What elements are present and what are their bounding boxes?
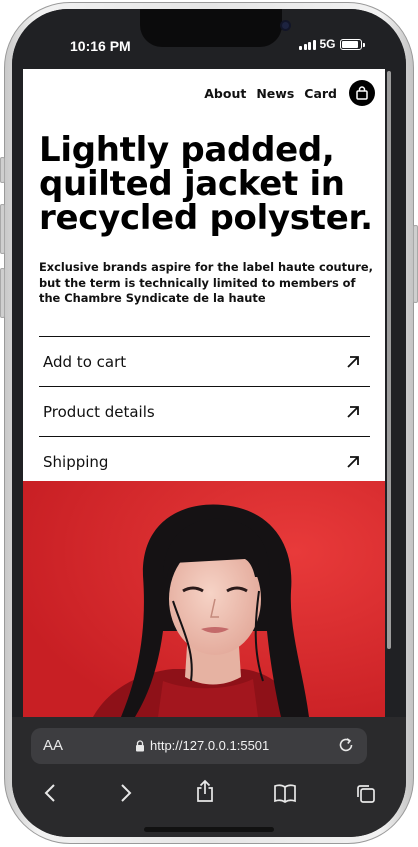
status-indicators: 5G bbox=[299, 37, 365, 51]
battery-level bbox=[341, 40, 358, 48]
accordion-shipping[interactable]: Shipping bbox=[39, 436, 370, 486]
phone-screen: 10:16 PM 5G About News Card Lightly padd… bbox=[12, 9, 406, 837]
volume-up-button bbox=[0, 204, 5, 254]
accordion-label: Shipping bbox=[43, 452, 109, 471]
tabs-icon[interactable] bbox=[355, 783, 377, 805]
status-bar: 10:16 PM 5G bbox=[12, 9, 406, 69]
back-icon[interactable] bbox=[43, 783, 57, 803]
shopping-bag-icon bbox=[356, 86, 368, 100]
front-camera bbox=[280, 20, 291, 31]
forward-icon[interactable] bbox=[119, 783, 133, 803]
nav-link-about[interactable]: About bbox=[204, 86, 246, 101]
signal-icon bbox=[299, 39, 316, 50]
reload-icon[interactable] bbox=[337, 736, 355, 754]
bookmarks-icon[interactable] bbox=[273, 783, 297, 803]
lock-icon bbox=[136, 739, 144, 751]
arrow-up-right-icon bbox=[347, 405, 359, 418]
hero-image bbox=[23, 481, 385, 717]
product-description: Exclusive brands aspire for the label ha… bbox=[39, 260, 373, 305]
site-nav: About News Card bbox=[194, 80, 375, 106]
battery-icon bbox=[339, 38, 365, 50]
page-title: Lightly padded, quilted jacket in recycl… bbox=[39, 130, 373, 238]
nav-link-news[interactable]: News bbox=[256, 86, 294, 101]
status-time: 10:16 PM bbox=[70, 38, 131, 54]
volume-down-button bbox=[0, 268, 5, 318]
home-indicator[interactable] bbox=[144, 827, 274, 832]
cart-button[interactable] bbox=[349, 80, 375, 106]
hero-illustration bbox=[23, 481, 385, 717]
address-bar[interactable]: AA http://127.0.0.1:5501 bbox=[31, 728, 367, 764]
url-text: http://127.0.0.1:5501 bbox=[150, 738, 270, 753]
mute-switch bbox=[0, 157, 5, 183]
notch bbox=[140, 9, 291, 47]
network-label: 5G bbox=[319, 37, 336, 51]
url-display[interactable]: http://127.0.0.1:5501 bbox=[135, 738, 269, 753]
share-icon[interactable] bbox=[195, 779, 215, 803]
accordion-label: Product details bbox=[43, 402, 155, 421]
arrow-up-right-icon bbox=[347, 355, 359, 368]
nav-link-card[interactable]: Card bbox=[304, 86, 337, 101]
page-scrollbar[interactable] bbox=[387, 71, 391, 649]
arrow-up-right-icon bbox=[347, 455, 359, 468]
accordion-product-details[interactable]: Product details bbox=[39, 386, 370, 436]
accordion-add-to-cart[interactable]: Add to cart bbox=[39, 336, 370, 386]
browser-toolbar: AA http://127.0.0.1:5501 bbox=[12, 717, 406, 837]
web-page[interactable]: About News Card Lightly padded, quilted … bbox=[23, 69, 385, 717]
power-button bbox=[413, 225, 418, 303]
text-size-button[interactable]: AA bbox=[43, 737, 63, 754]
accordion-label: Add to cart bbox=[43, 352, 127, 371]
